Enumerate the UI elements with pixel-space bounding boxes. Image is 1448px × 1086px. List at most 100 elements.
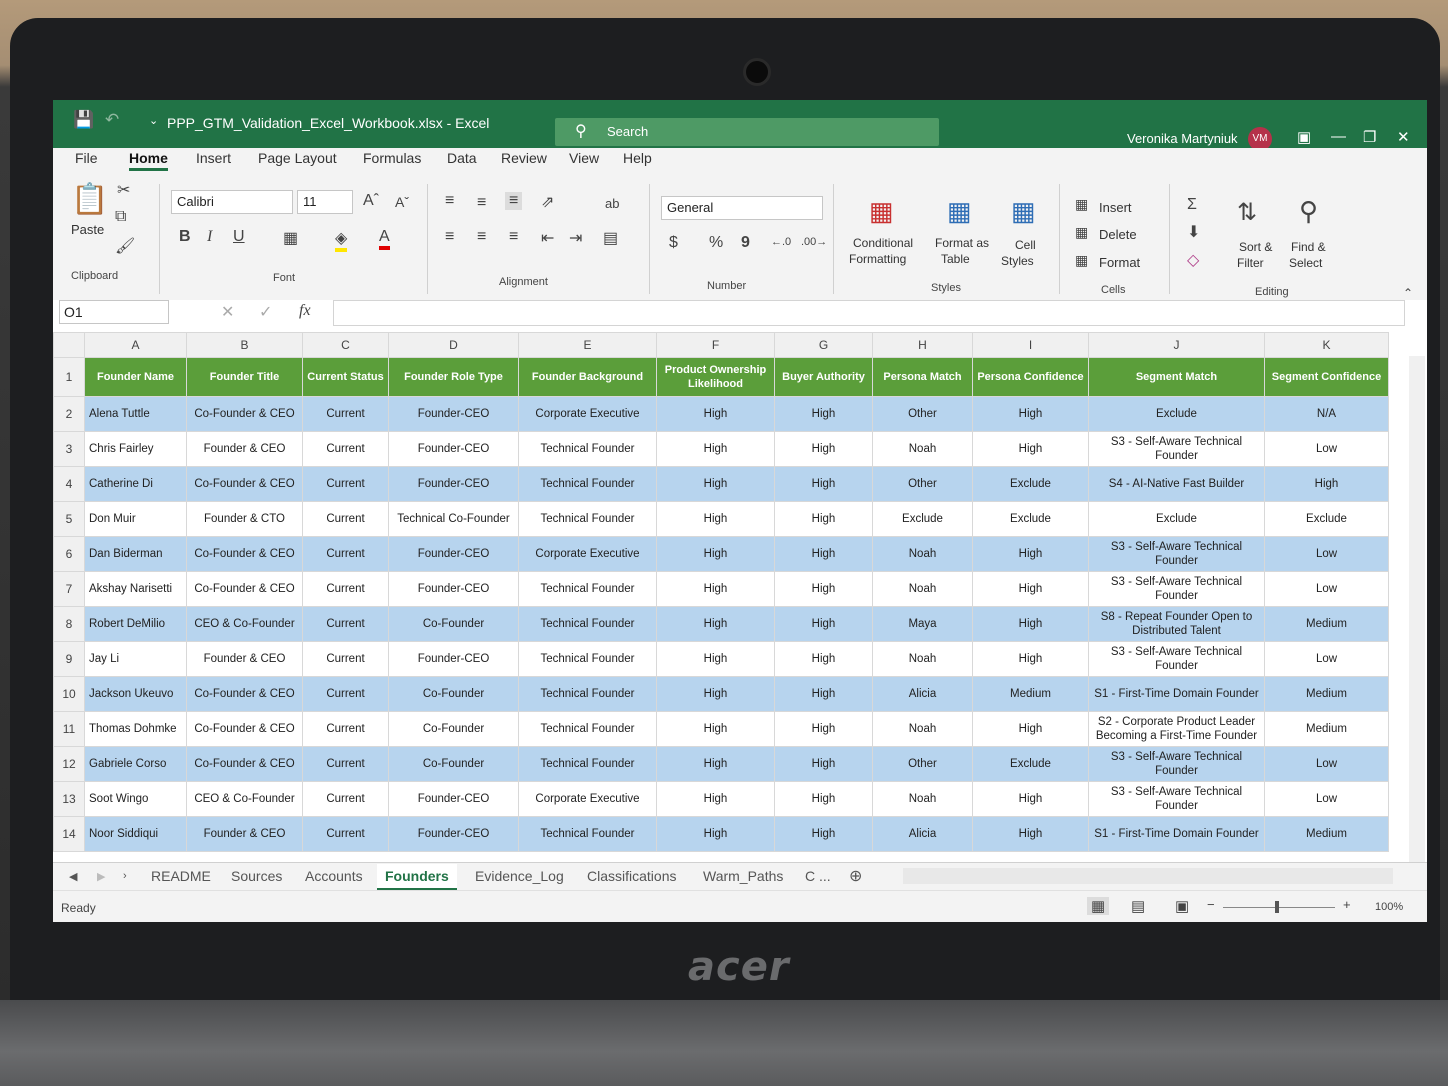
table-cell[interactable]: Technical Founder [518,501,657,537]
header-cell[interactable]: Founder Background [518,357,657,397]
table-cell[interactable]: S3 - Self-Aware Technical Founder [1088,641,1265,677]
table-cell[interactable]: High [656,396,775,432]
table-cell[interactable]: Current [302,536,389,572]
cancel-icon[interactable]: ✕ [221,302,234,322]
table-cell[interactable]: Alena Tuttle [84,396,187,432]
table-cell[interactable]: Current [302,746,389,782]
table-cell[interactable]: Current [302,641,389,677]
tab-help[interactable]: Help [623,150,652,166]
format-as-table-icon[interactable]: ▦ [947,196,972,227]
header-cell[interactable]: Segment Match [1088,357,1265,397]
decrease-font-icon[interactable]: Aˇ [395,194,409,210]
italic-icon[interactable]: I [207,228,212,246]
table-cell[interactable]: High [972,431,1089,467]
column-header[interactable]: F [656,332,775,358]
table-cell[interactable]: Noor Siddiqui [84,816,187,852]
find-select-button[interactable]: Find & [1291,240,1326,254]
sort-filter-button[interactable]: Sort & [1239,240,1272,254]
table-cell[interactable]: Current [302,431,389,467]
table-cell[interactable]: Medium [1264,711,1389,747]
find-select-icon[interactable]: ⚲ [1299,196,1318,227]
row-header[interactable]: 12 [53,746,85,782]
align-left-icon[interactable]: ≡ [445,228,454,246]
table-cell[interactable]: Founder & CEO [186,816,303,852]
table-cell[interactable]: High [774,431,873,467]
table-cell[interactable]: Noah [872,711,973,747]
table-cell[interactable]: Current [302,606,389,642]
table-cell[interactable]: Noah [872,781,973,817]
table-cell[interactable]: Founder-CEO [388,571,519,607]
table-cell[interactable]: Exclude [872,501,973,537]
table-cell[interactable]: Medium [1264,676,1389,712]
header-cell[interactable]: Segment Confidence [1264,357,1389,397]
format-cells-button[interactable]: Format [1099,255,1140,270]
table-cell[interactable]: High [1264,466,1389,502]
table-cell[interactable]: Don Muir [84,501,187,537]
table-cell[interactable]: Low [1264,641,1389,677]
table-cell[interactable]: Maya [872,606,973,642]
row-header[interactable]: 10 [53,676,85,712]
table-cell[interactable]: Alicia [872,816,973,852]
increase-decimal-icon[interactable]: ←.0 [771,236,791,248]
sheet-tab-readme[interactable]: README [151,868,211,884]
table-cell[interactable]: Exclude [1088,396,1265,432]
table-cell[interactable]: Other [872,746,973,782]
table-cell[interactable]: High [774,816,873,852]
sort-filter-icon[interactable]: ⇅ [1237,198,1257,227]
table-cell[interactable]: High [972,571,1089,607]
table-cell[interactable]: Current [302,816,389,852]
table-cell[interactable]: S1 - First-Time Domain Founder [1088,676,1265,712]
fill-color-icon[interactable]: ◈ [335,228,348,252]
table-cell[interactable]: Technical Founder [518,676,657,712]
table-cell[interactable]: Soot Wingo [84,781,187,817]
table-cell[interactable]: Thomas Dohmke [84,711,187,747]
enter-icon[interactable]: ✓ [259,302,272,322]
header-cell[interactable]: Buyer Authority [774,357,873,397]
tab-view[interactable]: View [569,150,599,166]
page-layout-view-icon[interactable]: ▤ [1131,897,1145,915]
table-cell[interactable]: Co-Founder & CEO [186,711,303,747]
column-header[interactable]: E [518,332,657,358]
table-cell[interactable]: High [972,781,1089,817]
insert-function-icon[interactable]: fx [299,302,311,320]
row-header[interactable]: 4 [53,466,85,502]
currency-icon[interactable]: $ [669,234,678,252]
table-cell[interactable]: High [656,746,775,782]
table-cell[interactable]: High [656,431,775,467]
table-cell[interactable]: N/A [1264,396,1389,432]
table-cell[interactable]: Technical Founder [518,431,657,467]
table-cell[interactable]: Technical Founder [518,711,657,747]
table-cell[interactable]: Low [1264,431,1389,467]
wrap-text-icon[interactable]: ab [605,196,619,211]
table-cell[interactable]: S3 - Self-Aware Technical Founder [1088,571,1265,607]
table-cell[interactable]: High [972,711,1089,747]
align-bottom-icon[interactable]: ≡ [505,192,523,210]
table-cell[interactable]: Founder & CTO [186,501,303,537]
table-cell[interactable]: High [972,536,1089,572]
decrease-indent-icon[interactable]: ⇤ [541,228,554,248]
column-header[interactable]: C [302,332,389,358]
table-cell[interactable]: Low [1264,746,1389,782]
table-cell[interactable]: High [656,641,775,677]
table-cell[interactable]: Co-Founder [388,676,519,712]
column-header[interactable]: A [84,332,187,358]
ribbon-display-icon[interactable]: ▣ [1297,128,1311,146]
tab-review[interactable]: Review [501,150,547,166]
add-sheet-icon[interactable]: ⊕ [849,866,862,886]
column-header[interactable]: D [388,332,519,358]
minimize-icon[interactable]: — [1331,128,1346,145]
table-cell[interactable]: Robert DeMilio [84,606,187,642]
table-cell[interactable]: High [774,641,873,677]
merge-center-icon[interactable]: ▤ [603,228,618,248]
name-box[interactable]: O1 [59,300,169,324]
sheet-tab-accounts[interactable]: Accounts [305,868,363,884]
table-cell[interactable]: Chris Fairley [84,431,187,467]
row-header[interactable]: 7 [53,571,85,607]
table-cell[interactable]: Co-Founder & CEO [186,536,303,572]
table-cell[interactable]: Noah [872,431,973,467]
table-cell[interactable]: High [774,781,873,817]
table-cell[interactable]: Founder-CEO [388,466,519,502]
prev-sheet-icon[interactable]: ◀ [69,870,77,883]
delete-cells-button[interactable]: Delete [1099,227,1137,242]
table-cell[interactable]: High [774,746,873,782]
